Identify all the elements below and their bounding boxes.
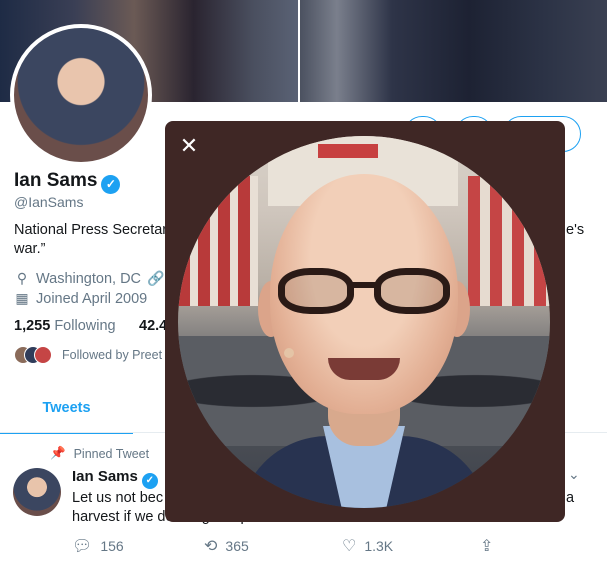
like-count: 1.3K xyxy=(364,538,394,554)
heart-icon: ♡ xyxy=(342,538,357,555)
calendar-icon: ▦ xyxy=(15,290,29,306)
profile-bio: National Press Secretar xyxy=(14,222,168,238)
profile-avatar[interactable] xyxy=(10,24,152,166)
profile-joined: ▦ Joined April 2009 xyxy=(14,290,147,307)
location-text: Washington, DC xyxy=(36,270,142,287)
profile-name: Ian Sams ✓ xyxy=(14,170,121,194)
tweet-avatar[interactable] xyxy=(13,468,61,516)
followers-count[interactable]: 42.4 xyxy=(139,318,167,334)
chevron-down-icon[interactable]: ⌄ xyxy=(568,466,580,483)
following-link[interactable]: 1,255 Following xyxy=(14,318,116,334)
photo-glasses-bridge xyxy=(350,282,378,288)
tweet-actions: 💬︎ 156 ⟲ 365 ♡ 1.3K ⇪ xyxy=(72,536,502,558)
photo-microphone xyxy=(284,348,294,358)
link-icon: 🔗 xyxy=(147,270,165,286)
profile-location: ⚲ Washington, DC 🔗 xyxy=(14,270,165,287)
tweet-author-name: Ian Sams xyxy=(72,468,138,485)
profile-name-text: Ian Sams xyxy=(14,170,98,191)
profile-bio-tail: e's xyxy=(566,222,585,238)
tweet-text: Let us not bec xyxy=(72,490,164,506)
profile-bio-line2: war.” xyxy=(14,241,46,257)
reply-icon: 💬︎ xyxy=(72,538,93,555)
verified-badge-icon: ✓ xyxy=(101,175,121,194)
photo-flag-left xyxy=(178,176,258,306)
photo-mouth xyxy=(328,358,400,380)
reply-button[interactable]: 💬︎ 156 xyxy=(72,536,124,556)
followed-by-avatars xyxy=(14,346,54,364)
close-icon[interactable]: ✕ xyxy=(176,133,202,159)
pin-icon: 📌 xyxy=(50,446,66,460)
share-button[interactable]: ⇪ xyxy=(480,536,493,556)
location-pin-icon: ⚲ xyxy=(16,270,28,286)
photo-flag-right xyxy=(468,176,550,306)
pinned-label-text: Pinned Tweet xyxy=(73,446,150,461)
verified-badge-icon: ✓ xyxy=(141,473,158,489)
photo-glasses-right xyxy=(374,268,450,314)
photo-background-sign xyxy=(318,144,378,158)
retweet-button[interactable]: ⟲ 365 xyxy=(204,536,249,556)
like-button[interactable]: ♡ 1.3K xyxy=(342,536,393,556)
followed-by-text[interactable]: Followed by Preet xyxy=(62,348,162,362)
profile-handle: @IanSams xyxy=(14,194,84,210)
share-icon: ⇪ xyxy=(480,538,494,555)
tweet-text-tail: a xyxy=(566,490,575,506)
retweet-icon: ⟲ xyxy=(204,538,218,555)
tweet-author[interactable]: Ian Sams ✓ xyxy=(72,468,158,489)
tab-tweets[interactable]: Tweets xyxy=(0,394,133,434)
joined-text: Joined April 2009 xyxy=(36,290,148,307)
photo-glasses-left xyxy=(278,268,354,314)
retweet-count: 365 xyxy=(225,538,249,554)
pinned-tweet-label: 📌 Pinned Tweet xyxy=(50,446,149,461)
banner-photo-right xyxy=(300,0,607,102)
following-count: 1,255 xyxy=(14,318,51,334)
profile-photo-large xyxy=(178,136,550,508)
reply-count: 156 xyxy=(100,538,124,554)
following-label: Following xyxy=(54,318,116,334)
